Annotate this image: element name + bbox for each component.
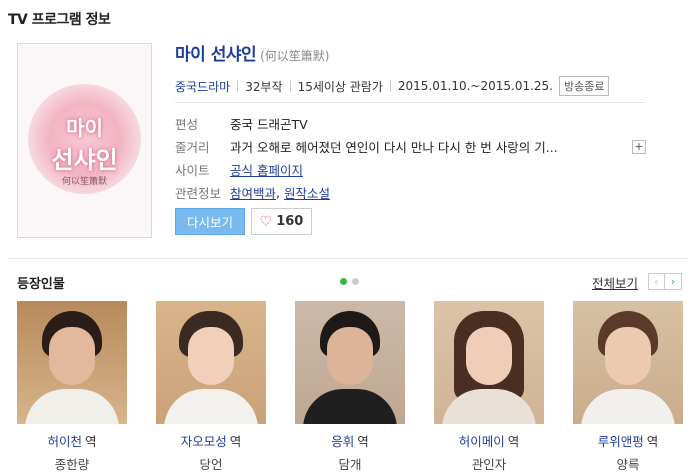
related-label: 관련정보: [175, 186, 222, 201]
episode-count: 32부작: [245, 79, 283, 94]
age-rating: 15세이상 관람가: [297, 79, 383, 94]
plot-text: 과거 오해로 헤어졌던 연인이 다시 만나 다시 한 번 사랑의 기...: [230, 140, 558, 155]
meta-row: 중국드라마 32부작 15세이상 관람가 2015.01.10.~2015.01…: [175, 76, 610, 96]
cast-photo[interactable]: [295, 301, 405, 424]
role-suffix: 역: [85, 434, 97, 449]
section-divider: [8, 258, 688, 259]
comma: ,: [276, 185, 284, 200]
carousel-dot[interactable]: [352, 278, 359, 285]
character-name[interactable]: 허이메이: [459, 434, 505, 449]
heart-icon: ♡: [259, 213, 273, 230]
like-button[interactable]: ♡ 160: [251, 208, 312, 235]
cast-card[interactable]: 허이메이 역 관인자: [434, 301, 544, 472]
role-suffix: 역: [357, 434, 369, 449]
separator: [237, 80, 239, 92]
separator: [389, 80, 391, 92]
poster-subtitle: 何以笙簫默: [61, 177, 107, 187]
site-row: 사이트 공식 홈페이지: [175, 158, 646, 181]
character-name[interactable]: 응휘: [331, 434, 354, 449]
carousel-dots: [340, 278, 364, 285]
plus-icon[interactable]: +: [632, 139, 646, 154]
cast-card[interactable]: 자오모성 역 당언: [156, 301, 266, 472]
channel-label: 편성: [175, 117, 199, 132]
channel-row: 편성 중국 드래곤TV: [175, 112, 646, 135]
site-label: 사이트: [175, 163, 210, 178]
genre-link[interactable]: 중국드라마: [175, 78, 230, 95]
program-title[interactable]: 마이 선샤인: [175, 40, 257, 65]
related-row: 관련정보 참여백과, 원작소설: [175, 181, 646, 204]
program-poster[interactable]: 마이 선샤인 何以笙簫默: [17, 43, 152, 238]
actor-name[interactable]: 당언: [156, 454, 266, 472]
actor-name[interactable]: 종한량: [17, 454, 127, 472]
actor-name[interactable]: 양륵: [573, 454, 683, 472]
cast-photo[interactable]: [434, 301, 544, 424]
original-novel-link[interactable]: 원작소설: [284, 183, 330, 202]
role-suffix: 역: [229, 434, 242, 449]
role-suffix: 역: [646, 434, 659, 449]
channel-value: 중국 드래곤TV: [230, 117, 308, 132]
cast-section-title: 등장인물: [17, 277, 65, 292]
view-all-link[interactable]: 전체보기: [592, 273, 638, 292]
role-suffix: 역: [507, 434, 520, 449]
separator: [289, 80, 291, 92]
original-title: (何以笙簫默): [260, 49, 330, 63]
chevron-left-icon[interactable]: ‹: [648, 273, 665, 290]
actor-name[interactable]: 담개: [295, 454, 405, 472]
poster-title-line1: 마이: [66, 116, 103, 140]
divider: [175, 102, 645, 103]
carousel-dot-active[interactable]: [340, 278, 347, 285]
cast-pager: ‹ ›: [648, 273, 682, 290]
character-name[interactable]: 자오모성: [181, 434, 227, 449]
detail-rows: 편성 중국 드래곤TV 줄거리 과거 오해로 헤어졌던 연인이 다시 만나 다시…: [175, 112, 646, 204]
character-name[interactable]: 루위앤펑: [598, 434, 644, 449]
encyclopedia-link[interactable]: 참여백과: [230, 183, 276, 202]
plot-row: 줄거리 과거 오해로 헤어졌던 연인이 다시 만나 다시 한 번 사랑의 기..…: [175, 135, 646, 158]
official-site-link[interactable]: 공식 홈페이지: [230, 160, 303, 179]
cast-photo[interactable]: [17, 301, 127, 424]
broadcast-period: 2015.01.10.~2015.01.25.: [397, 79, 553, 93]
cast-card[interactable]: 루위앤펑 역 양륵: [573, 301, 683, 472]
chevron-right-icon[interactable]: ›: [665, 273, 682, 290]
character-name[interactable]: 허이천: [47, 434, 82, 449]
cast-photo[interactable]: [156, 301, 266, 424]
status-badge: 방송종료: [559, 76, 610, 96]
cast-photo[interactable]: [573, 301, 683, 424]
actor-name[interactable]: 관인자: [434, 454, 544, 472]
like-count: 160: [276, 214, 304, 229]
program-info: 마이 선샤인 (何以笙簫默) 중국드라마 32부작 15세이상 관람가 2015…: [175, 40, 685, 235]
cast-card[interactable]: 허이천 역 종한량: [17, 301, 127, 472]
replay-button[interactable]: 다시보기: [175, 208, 245, 235]
section-title: TV 프로그램 정보: [8, 12, 111, 28]
actions: 다시보기 ♡ 160: [175, 208, 312, 235]
poster-title-line2: 선샤인: [51, 146, 118, 174]
cast-card[interactable]: 응휘 역 담개: [295, 301, 405, 472]
plot-label: 줄거리: [175, 140, 210, 155]
